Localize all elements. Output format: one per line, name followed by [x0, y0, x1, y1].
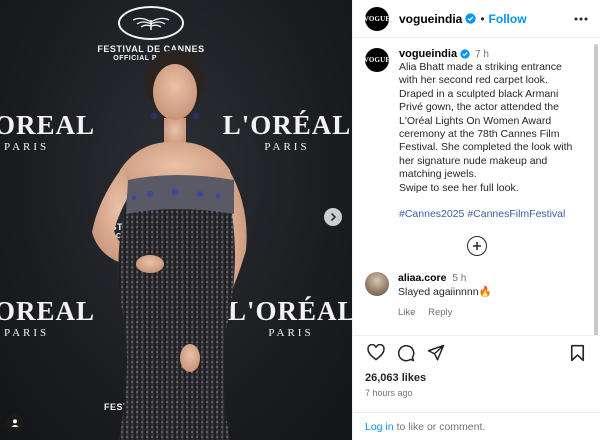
avatar[interactable]: VOGUE — [363, 6, 391, 31]
comments-section[interactable]: VOGUE vogueindia 7 h Alia Bhatt made a s… — [353, 38, 600, 335]
share-button[interactable] — [425, 342, 447, 364]
comment-text: Slayed agaiinnnn🔥 — [398, 286, 492, 299]
caption: VOGUE vogueindia 7 h Alia Bhatt made a s… — [363, 48, 588, 220]
avatar-text: VOGUE — [363, 14, 391, 23]
user-icon — [11, 419, 19, 427]
tagged-users-button[interactable] — [6, 414, 24, 432]
more-options-button[interactable] — [572, 10, 590, 28]
scrollbar[interactable] — [594, 44, 598, 335]
comment-button[interactable] — [395, 342, 417, 364]
login-prompt: Log in to like or comment. — [353, 412, 600, 440]
comment-bubble-icon — [398, 344, 415, 361]
comment-username[interactable]: aliaa.core — [398, 272, 446, 284]
like-button[interactable] — [365, 342, 387, 364]
plus-circle-icon — [466, 236, 487, 257]
commenter-avatar[interactable] — [365, 272, 389, 297]
follow-button[interactable]: Follow — [489, 12, 527, 26]
separator-dot: • — [480, 11, 485, 26]
comment: aliaa.core 5 h Slayed agaiinnnn🔥 Like Re… — [365, 272, 588, 318]
header-username[interactable]: vogueindia — [399, 12, 462, 26]
paper-plane-icon — [427, 344, 445, 360]
avatar-text: VOGUE — [363, 56, 391, 64]
subject-figure — [92, 50, 247, 440]
comment-actions: Like Reply — [398, 307, 492, 318]
post-header: VOGUE vogueindia • Follow — [353, 0, 600, 38]
hashtag-link[interactable]: #Cannes2025 — [399, 208, 464, 220]
likes-count[interactable]: 26,063 likes — [353, 369, 600, 384]
instagram-post: FESTIVAL DE CANNES OFFICIAL PARTNER OREA… — [0, 0, 600, 440]
post-timestamp[interactable]: 7 hours ago — [353, 384, 600, 398]
caption-body: vogueindia 7 h Alia Bhatt made a strikin… — [399, 48, 583, 220]
login-text: to like or comment. — [396, 420, 486, 433]
verified-badge-icon — [460, 48, 471, 60]
caption-username[interactable]: vogueindia — [399, 48, 457, 60]
caption-text: Alia Bhatt made a striking entrance with… — [399, 61, 573, 194]
more-horizontal-icon — [574, 17, 588, 20]
verified-badge-icon — [465, 13, 476, 24]
next-slide-button[interactable] — [324, 208, 342, 226]
load-more-comments-button[interactable] — [365, 236, 588, 257]
caption-time: 7 h — [475, 48, 489, 60]
comment-header: aliaa.core 5 h — [398, 272, 492, 284]
hashtags: #Cannes2025 #CannesFilmFestival — [399, 208, 583, 220]
bookmark-icon — [570, 344, 584, 361]
comment-body: aliaa.core 5 h Slayed agaiinnnn🔥 Like Re… — [398, 272, 492, 318]
post-image[interactable]: FESTIVAL DE CANNES OFFICIAL PARTNER OREA… — [0, 0, 352, 440]
comment-like-button[interactable]: Like — [398, 307, 415, 318]
login-link[interactable]: Log in — [365, 421, 394, 433]
action-bar — [353, 335, 600, 369]
comment-time: 5 h — [452, 273, 467, 285]
save-button[interactable] — [566, 342, 588, 364]
caption-header: vogueindia 7 h — [399, 48, 583, 60]
avatar[interactable]: VOGUE — [363, 48, 391, 72]
comment-reply-button[interactable]: Reply — [428, 307, 452, 318]
post-side-panel: VOGUE vogueindia • Follow VOGUE vogueind… — [352, 0, 600, 440]
heart-icon — [367, 344, 385, 361]
hashtag-link[interactable]: #CannesFilmFestival — [467, 208, 565, 220]
chevron-right-icon — [330, 212, 337, 222]
